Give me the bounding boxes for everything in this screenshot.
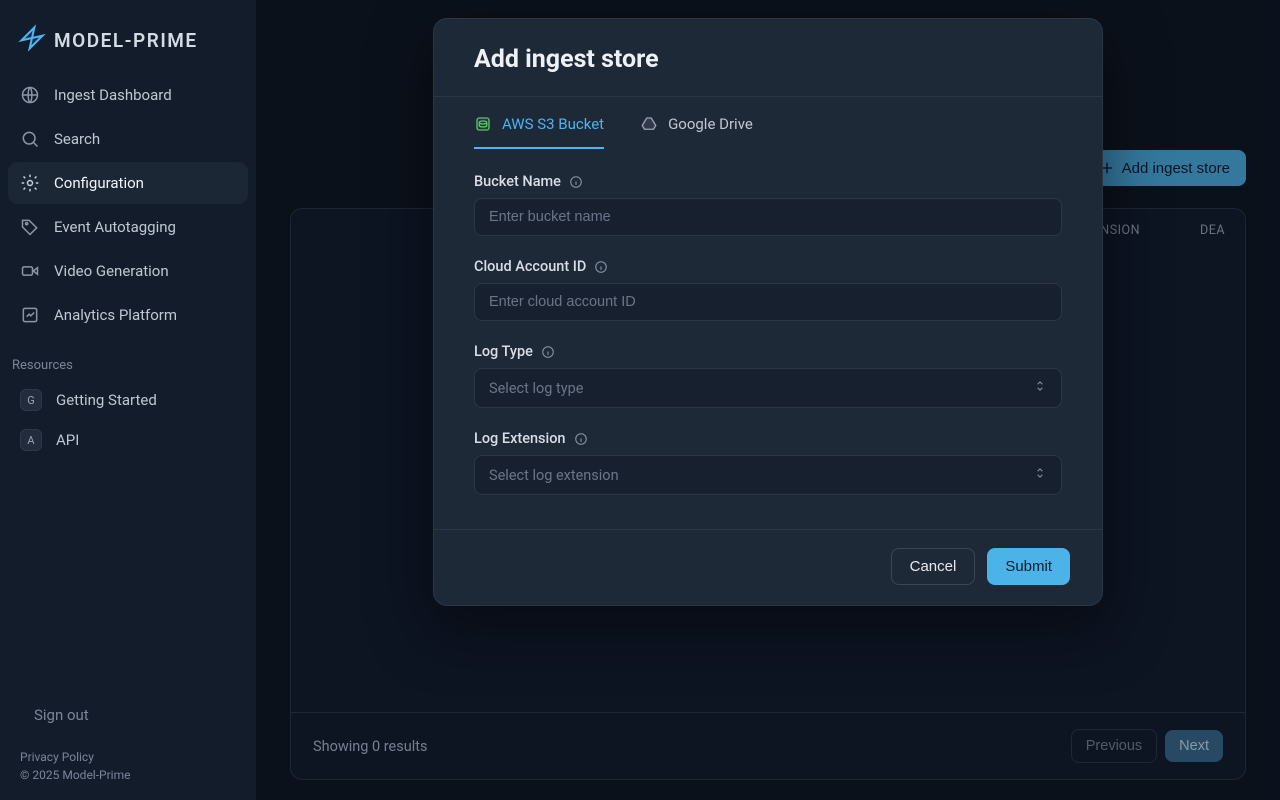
- brand-logo-icon: [18, 24, 46, 56]
- brand[interactable]: MODEL-PRIME: [8, 10, 248, 74]
- privacy-policy-link[interactable]: Privacy Policy: [20, 748, 236, 766]
- modal-title: Add ingest store: [474, 45, 659, 74]
- modal-tabs: AWS S3 Bucket Google Drive: [434, 97, 1102, 149]
- resources-item-label: Getting Started: [56, 391, 157, 409]
- field-cloud-account-id: Cloud Account ID: [474, 258, 1062, 321]
- search-icon: [20, 129, 40, 149]
- aws-s3-icon: [474, 115, 492, 133]
- sidebar-item-label: Search: [54, 130, 100, 148]
- info-icon[interactable]: [574, 432, 588, 446]
- resources-item-api[interactable]: A API: [8, 421, 248, 459]
- copyright-text: © 2025 Model-Prime: [20, 766, 236, 784]
- chevron-up-down-icon: [1033, 379, 1047, 397]
- sidebar-item-label: Event Autotagging: [54, 218, 176, 236]
- sidebar-item-label: Ingest Dashboard: [54, 86, 172, 104]
- resources-section-label: Resources: [8, 336, 248, 381]
- sidebar-item-label: Configuration: [54, 174, 144, 192]
- main-content: ow deactivated Add ingest store LOG EXTE…: [256, 0, 1280, 800]
- log-extension-label: Log Extension: [474, 430, 566, 447]
- tab-aws-s3-bucket[interactable]: AWS S3 Bucket: [474, 115, 604, 149]
- bucket-name-input[interactable]: [474, 198, 1062, 236]
- sidebar-item-video-generation[interactable]: Video Generation: [8, 250, 248, 292]
- sidebar-item-ingest-dashboard[interactable]: Ingest Dashboard: [8, 74, 248, 116]
- tab-label: AWS S3 Bucket: [502, 115, 604, 133]
- video-icon: [20, 261, 40, 281]
- sign-out-button[interactable]: Sign out: [8, 696, 248, 734]
- sidebar-item-configuration[interactable]: Configuration: [8, 162, 248, 204]
- bucket-name-label: Bucket Name: [474, 173, 561, 190]
- log-extension-select[interactable]: Select log extension: [474, 455, 1062, 495]
- sidebar-item-analytics-platform[interactable]: Analytics Platform: [8, 294, 248, 336]
- sidebar-item-search[interactable]: Search: [8, 118, 248, 160]
- gear-icon: [20, 173, 40, 193]
- chart-icon: [20, 305, 40, 325]
- resources-nav: G Getting Started A API: [8, 381, 248, 459]
- info-icon[interactable]: [569, 175, 583, 189]
- google-drive-icon: [640, 115, 658, 133]
- brand-name: MODEL-PRIME: [54, 29, 198, 52]
- field-log-type: Log Type Select log type: [474, 343, 1062, 408]
- resources-item-label: API: [56, 431, 79, 449]
- tab-google-drive[interactable]: Google Drive: [640, 115, 753, 149]
- close-icon[interactable]: [1050, 45, 1068, 69]
- globe-icon: [20, 85, 40, 105]
- log-type-label: Log Type: [474, 343, 533, 360]
- sign-out-label: Sign out: [34, 706, 89, 724]
- tab-label: Google Drive: [668, 115, 753, 133]
- info-icon[interactable]: [594, 260, 608, 274]
- cancel-button[interactable]: Cancel: [891, 548, 976, 585]
- log-type-placeholder: Select log type: [489, 380, 583, 397]
- tag-icon: [20, 217, 40, 237]
- sidebar: MODEL-PRIME Ingest Dashboard Search Conf…: [0, 0, 256, 800]
- field-bucket-name: Bucket Name: [474, 173, 1062, 236]
- cloud-account-id-input[interactable]: [474, 283, 1062, 321]
- sidebar-item-label: Analytics Platform: [54, 306, 177, 324]
- submit-button[interactable]: Submit: [987, 548, 1070, 585]
- resources-item-getting-started[interactable]: G Getting Started: [8, 381, 248, 419]
- field-log-extension: Log Extension Select log extension: [474, 430, 1062, 495]
- badge-letter-icon: G: [20, 389, 42, 411]
- log-type-select[interactable]: Select log type: [474, 368, 1062, 408]
- log-extension-placeholder: Select log extension: [489, 467, 619, 484]
- chevron-up-down-icon: [1033, 466, 1047, 484]
- badge-letter-icon: A: [20, 429, 42, 451]
- cloud-account-id-label: Cloud Account ID: [474, 258, 586, 275]
- info-icon[interactable]: [541, 345, 555, 359]
- main-nav: Ingest Dashboard Search Configuration Ev…: [8, 74, 248, 336]
- add-ingest-store-modal: Add ingest store AWS S3 Bucket Google D: [433, 18, 1103, 606]
- sidebar-item-label: Video Generation: [54, 262, 169, 280]
- sidebar-item-event-autotagging[interactable]: Event Autotagging: [8, 206, 248, 248]
